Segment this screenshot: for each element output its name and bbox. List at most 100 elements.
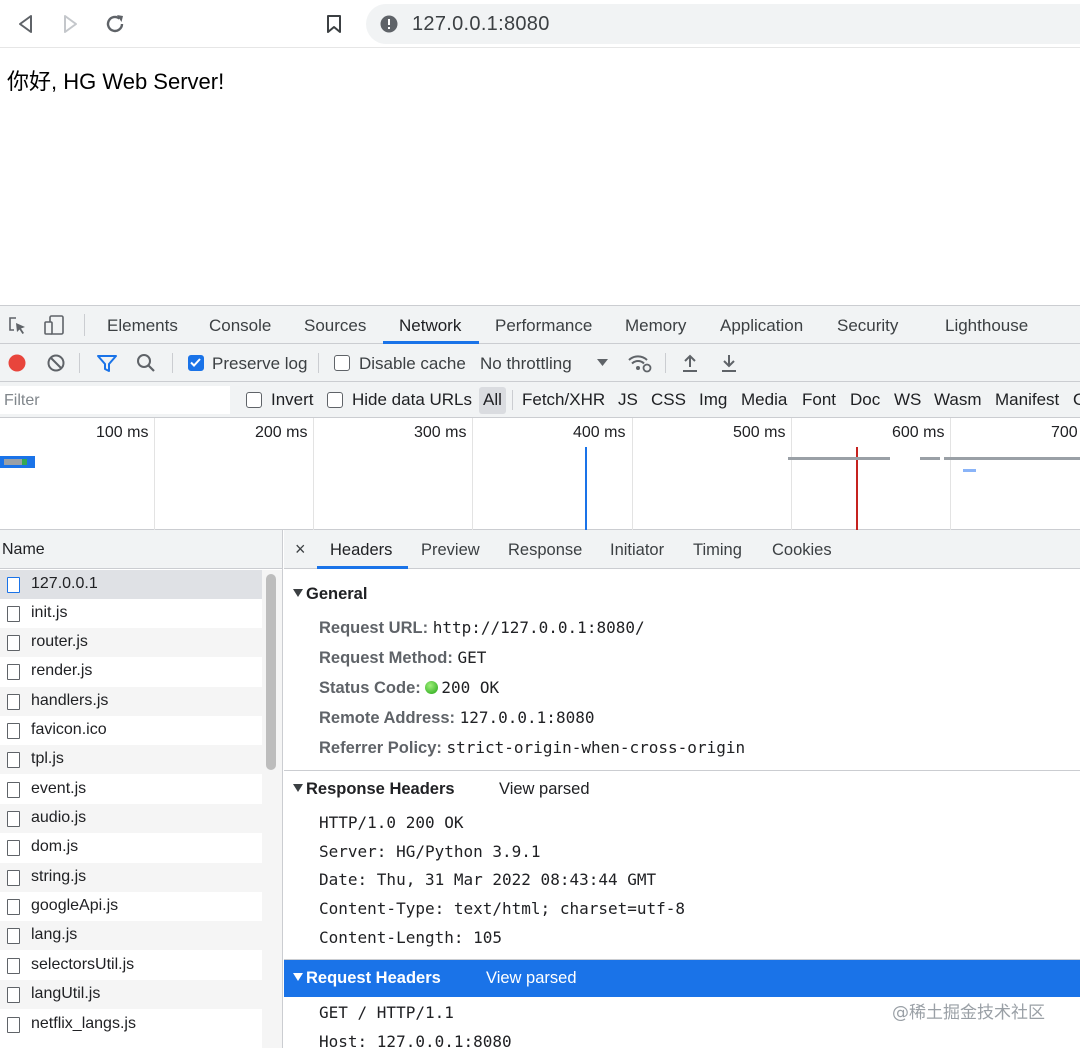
request-row[interactable]: dom.js — [0, 833, 262, 862]
tab-cookies[interactable]: Cookies — [772, 541, 832, 560]
filter-type-doc[interactable]: Doc — [850, 390, 880, 410]
network-conditions-icon[interactable] — [627, 352, 653, 374]
overview-tick: 700 — [1051, 424, 1078, 441]
overview-bar-resource — [944, 457, 1080, 460]
request-row[interactable]: init.js — [0, 599, 262, 628]
filter-type-wasm[interactable]: Wasm — [934, 390, 982, 410]
back-button[interactable] — [12, 10, 40, 38]
file-icon — [7, 958, 20, 974]
request-row[interactable]: googleApi.js — [0, 892, 262, 921]
overview-tick: 200 ms — [255, 424, 308, 441]
tab-lighthouse[interactable]: Lighthouse — [945, 316, 1028, 336]
request-row[interactable]: router.js — [0, 628, 262, 657]
invert-label[interactable]: Invert — [271, 390, 314, 410]
preserve-log-label[interactable]: Preserve log — [212, 354, 307, 374]
file-icon — [7, 1017, 20, 1033]
bookmark-button[interactable] — [320, 10, 348, 38]
address-bar[interactable]: 127.0.0.1:8080 — [366, 4, 1080, 44]
remote-address-value: 127.0.0.1:8080 — [459, 708, 595, 727]
request-row[interactable]: handlers.js — [0, 687, 262, 716]
disable-cache-label[interactable]: Disable cache — [359, 354, 466, 374]
tab-console[interactable]: Console — [209, 316, 271, 336]
file-icon — [7, 987, 20, 1003]
name-column-header[interactable]: Name — [0, 530, 282, 569]
record-icon[interactable] — [7, 353, 27, 373]
inspect-element-icon[interactable] — [8, 316, 28, 336]
tab-performance[interactable]: Performance — [495, 316, 592, 336]
response-view-parsed-link[interactable]: View parsed — [499, 780, 590, 799]
filter-type-font[interactable]: Font — [802, 390, 836, 410]
request-headers-section-header[interactable]: Request Headers View parsed — [284, 960, 1080, 997]
network-overview[interactable]: 100 ms 200 ms 300 ms 400 ms 500 ms 600 m… — [0, 418, 1080, 530]
filter-type-other[interactable]: O — [1073, 390, 1080, 410]
request-name: router.js — [31, 633, 88, 650]
tab-preview[interactable]: Preview — [421, 541, 480, 560]
tab-initiator[interactable]: Initiator — [610, 541, 664, 560]
response-headers-section-header[interactable]: Response Headers View parsed — [284, 775, 1080, 805]
request-row[interactable]: lang.js — [0, 921, 262, 950]
filter-type-all[interactable]: All — [483, 390, 502, 410]
request-row[interactable]: tpl.js — [0, 745, 262, 774]
clear-icon[interactable] — [46, 353, 66, 373]
watermark: @稀土掘金技术社区 — [892, 1003, 1045, 1023]
section-divider — [284, 770, 1080, 771]
request-name: 127.0.0.1 — [31, 575, 98, 592]
preserve-log-checkbox[interactable] — [188, 355, 204, 371]
filter-type-css[interactable]: CSS — [651, 390, 686, 410]
status-ok-icon — [425, 681, 439, 694]
tab-headers[interactable]: Headers — [330, 541, 392, 560]
chevron-down-icon[interactable] — [597, 359, 608, 367]
general-section-header[interactable]: General — [284, 580, 1080, 610]
request-list-scrollbar[interactable] — [262, 570, 282, 1048]
filter-input[interactable]: Filter — [0, 386, 230, 414]
overview-gridline — [791, 418, 792, 530]
request-row[interactable]: render.js — [0, 657, 262, 686]
request-row[interactable]: string.js — [0, 863, 262, 892]
referrer-policy-value: strict-origin-when-cross-origin — [446, 738, 746, 757]
tab-memory[interactable]: Memory — [625, 316, 686, 336]
response-header-line: Date: Thu, 31 Mar 2022 08:43:44 GMT — [319, 870, 657, 889]
overview-gridline — [472, 418, 473, 530]
forward-button[interactable] — [56, 10, 84, 38]
tab-response[interactable]: Response — [508, 541, 582, 560]
export-har-icon[interactable] — [720, 353, 738, 373]
filter-type-fetch-xhr[interactable]: Fetch/XHR — [522, 390, 605, 410]
close-icon[interactable]: × — [295, 539, 306, 560]
tab-elements[interactable]: Elements — [107, 316, 178, 336]
disable-cache-checkbox[interactable] — [334, 355, 350, 371]
tab-security[interactable]: Security — [837, 316, 898, 336]
info-icon[interactable] — [380, 15, 398, 33]
scrollbar-thumb[interactable] — [266, 574, 276, 770]
invert-checkbox[interactable] — [246, 392, 262, 408]
filter-type-ws[interactable]: WS — [894, 390, 921, 410]
filter-type-manifest[interactable]: Manifest — [995, 390, 1059, 410]
tab-sources[interactable]: Sources — [304, 316, 366, 336]
request-view-parsed-link[interactable]: View parsed — [486, 969, 577, 988]
search-icon[interactable] — [136, 353, 156, 373]
filter-bar: Filter Invert Hide data URLs All Fetch/X… — [0, 382, 1080, 418]
filter-icon[interactable] — [96, 353, 118, 373]
request-row[interactable]: netflix_langs.js — [0, 1010, 262, 1039]
tab-network[interactable]: Network — [399, 316, 461, 336]
device-toolbar-icon[interactable] — [43, 314, 65, 336]
throttling-select[interactable]: No throttling — [480, 354, 572, 374]
request-row[interactable]: selectorsUtil.js — [0, 951, 262, 980]
filter-type-media[interactable]: Media — [741, 390, 787, 410]
forward-icon — [64, 15, 77, 33]
request-name: netflix_langs.js — [31, 1015, 136, 1032]
request-row[interactable]: langUtil.js — [0, 980, 262, 1009]
reload-icon — [106, 15, 124, 33]
hide-data-urls-label[interactable]: Hide data URLs — [352, 390, 472, 410]
filter-type-js[interactable]: JS — [618, 390, 638, 410]
tab-timing[interactable]: Timing — [693, 541, 742, 560]
hide-data-urls-checkbox[interactable] — [327, 392, 343, 408]
request-row[interactable]: audio.js — [0, 804, 262, 833]
import-har-icon[interactable] — [681, 353, 699, 373]
reload-button[interactable] — [101, 10, 129, 38]
filter-type-img[interactable]: Img — [699, 390, 727, 410]
request-row-127-0-0-1[interactable]: 127.0.0.1 — [0, 570, 262, 599]
back-icon — [19, 15, 32, 33]
request-row[interactable]: favicon.ico — [0, 716, 262, 745]
tab-application[interactable]: Application — [720, 316, 803, 336]
request-row[interactable]: event.js — [0, 775, 262, 804]
